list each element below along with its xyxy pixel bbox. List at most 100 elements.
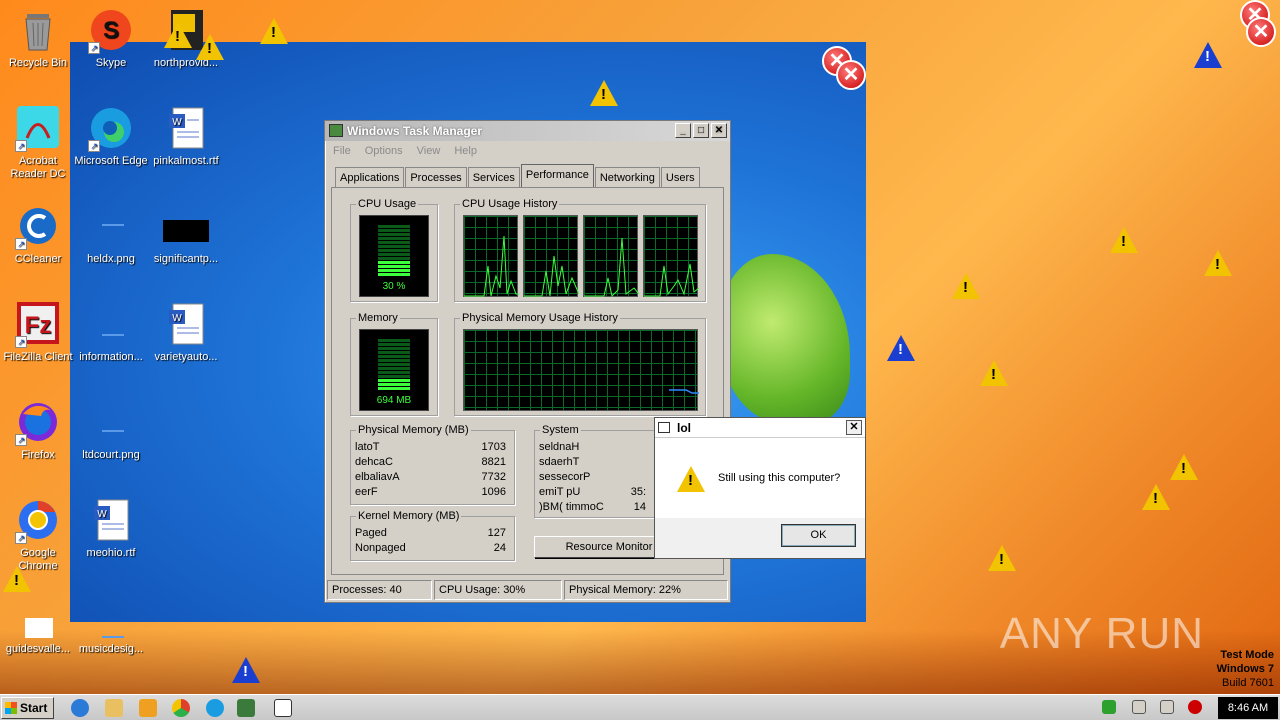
menu-help[interactable]: Help: [454, 141, 477, 161]
tab-performance[interactable]: Performance: [520, 164, 594, 187]
edge-icon[interactable]: [206, 699, 224, 717]
tab-applications[interactable]: Applications: [335, 167, 405, 187]
meter-segment: [378, 363, 410, 366]
warning-icon: [164, 22, 192, 48]
shortcut-arrow-icon: ↗: [15, 532, 27, 544]
desktop-icon-label: CCleaner: [14, 253, 62, 265]
warning-icon: [887, 335, 915, 361]
desktop-icon-ccleaner[interactable]: ↗ CCleaner: [0, 204, 76, 266]
test-mode-line: Windows 7: [1216, 663, 1274, 675]
memory-meter: 694 MB: [359, 329, 429, 411]
file-explorer-icon[interactable]: [105, 699, 123, 717]
menu-bar: File Options View Help: [325, 141, 730, 161]
meter-segment: [378, 343, 410, 346]
meter-segment: [378, 253, 410, 256]
memory-value: 694 MB: [376, 395, 412, 406]
svg-text:W: W: [172, 313, 182, 324]
close-button[interactable]: ✕: [711, 123, 727, 138]
maximize-button[interactable]: □: [693, 123, 709, 138]
skype-icon: S ↗: [88, 8, 134, 54]
message-box-taskbar-icon[interactable]: [274, 699, 292, 717]
tab-strip: Applications Processes Services Performa…: [335, 164, 701, 187]
meter-segment: [378, 261, 410, 264]
shortcut-arrow-icon: ↗: [15, 238, 27, 250]
media-player-icon[interactable]: [139, 699, 157, 717]
stat-name: Nonpaged: [355, 542, 406, 554]
menu-options[interactable]: Options: [365, 141, 403, 161]
clock[interactable]: 8:46 AM: [1218, 697, 1278, 719]
message-box-titlebar[interactable]: lol ✕: [655, 418, 865, 438]
tab-services[interactable]: Services: [467, 167, 520, 187]
meter-segment: [378, 383, 410, 386]
desktop-icon-musicdesig[interactable]: musicdesig...: [73, 610, 149, 656]
tab-processes[interactable]: Processes: [405, 167, 467, 187]
desktop-icon-filezilla[interactable]: Fz ↗ FileZilla Client: [0, 302, 76, 364]
ok-button[interactable]: OK: [781, 524, 856, 547]
file-icon: [88, 302, 134, 348]
desktop-icon-label: information...: [79, 351, 143, 363]
desktop-icon-heldx[interactable]: heldx.png: [73, 204, 149, 266]
phys-history-group: Physical Memory Usage History: [454, 312, 706, 416]
desktop-icon-chrome[interactable]: ↗ Google Chrome: [0, 498, 76, 573]
cpu-meter-bars: [378, 224, 410, 276]
stat-row: eerF 1096: [355, 486, 506, 500]
action-center-icon[interactable]: [1188, 700, 1202, 714]
meter-segment: [378, 375, 410, 378]
desktop-icon-guidesvalle[interactable]: guidesvalle...: [0, 610, 76, 656]
desktop-icon-acrobat[interactable]: ↗ Acrobat Reader DC: [0, 106, 76, 181]
desktop-icon-label: heldx.png: [87, 253, 135, 265]
tab-users[interactable]: Users: [660, 167, 700, 187]
meter-segment: [378, 339, 410, 342]
network-icon[interactable]: [1160, 700, 1174, 714]
task-manager-titlebar[interactable]: Windows Task Manager _ □ ✕: [325, 121, 730, 141]
phys-history-label: Physical Memory Usage History: [460, 312, 620, 324]
stat-name: emiT pU: [539, 486, 581, 498]
edge-icon: ↗: [88, 106, 134, 152]
desktop-icon-recycle-bin[interactable]: Recycle Bin: [0, 8, 76, 70]
menu-file[interactable]: File: [333, 141, 351, 161]
window-icon: [658, 422, 670, 433]
desktop-icon-skype[interactable]: S ↗ Skype: [73, 8, 149, 70]
image-file-icon: [88, 204, 134, 250]
close-button[interactable]: ✕: [846, 420, 862, 435]
stat-row: Nonpaged 24: [355, 542, 506, 556]
meter-segment: [378, 269, 410, 272]
warning-icon: [1110, 227, 1138, 253]
warning-icon: [988, 545, 1016, 571]
desktop-icon-pinkalmost[interactable]: W pinkalmost.rtf: [148, 106, 224, 168]
desktop-icon-firefox[interactable]: ↗ Firefox: [0, 400, 76, 462]
volume-icon[interactable]: [1132, 700, 1146, 714]
desktop-icon-meohio[interactable]: W meohio.rtf: [73, 498, 149, 560]
cpu-history-graph: [463, 215, 519, 297]
stat-row: dehcaC 8821: [355, 456, 506, 470]
meter-segment: [378, 347, 410, 350]
desktop-icon-ltdcourt[interactable]: ltdcourt.png: [73, 400, 149, 462]
system-label: System: [540, 424, 581, 436]
tab-networking[interactable]: Networking: [594, 167, 660, 187]
desktop-icon-information[interactable]: information...: [73, 302, 149, 364]
shortcut-arrow-icon: ↗: [15, 336, 27, 348]
error-icon: ✕: [836, 60, 866, 90]
task-manager-taskbar-icon[interactable]: [237, 699, 255, 717]
start-button[interactable]: Start: [1, 697, 54, 719]
menu-view[interactable]: View: [417, 141, 441, 161]
meter-segment: [378, 245, 410, 248]
desktop-icon-label: Firefox: [21, 449, 55, 461]
desktop-icon-label: varietyauto...: [154, 351, 218, 363]
desktop-icon-label: significantp...: [153, 253, 219, 265]
minimize-button[interactable]: _: [675, 123, 691, 138]
ccleaner-icon: ↗: [15, 204, 61, 250]
desktop-icon-label: FileZilla Client: [3, 351, 73, 363]
network-status-icon[interactable]: [1102, 700, 1116, 714]
desktop-icon-varietyauto[interactable]: W varietyauto...: [148, 302, 224, 364]
desktop-icon-edge[interactable]: ↗ Microsoft Edge: [73, 106, 149, 168]
internet-explorer-icon[interactable]: [71, 699, 89, 717]
message-box[interactable]: lol ✕ Still using this computer? OK: [654, 417, 866, 559]
memory-meter-bars: [378, 338, 410, 390]
status-processes: Processes: 40: [327, 580, 432, 600]
stat-name: )BM( timmoC: [539, 501, 604, 513]
chrome-icon[interactable]: [172, 699, 190, 717]
desktop-icon-significantp[interactable]: significantp...: [148, 204, 224, 266]
warning-icon: [980, 360, 1008, 386]
memory-group: Memory 694 MB: [350, 312, 438, 416]
